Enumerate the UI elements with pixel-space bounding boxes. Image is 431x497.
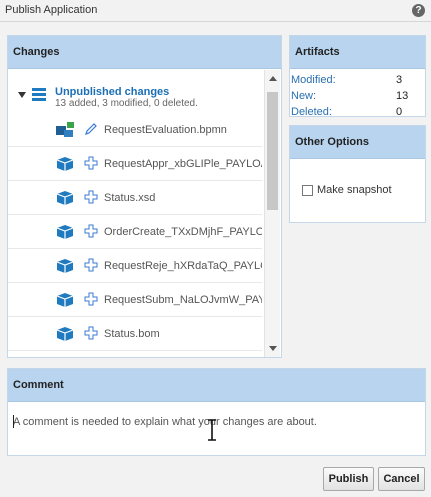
item-label: Status.xsd — [104, 192, 156, 204]
tree-root-unpublished[interactable]: Unpublished changes 13 added, 3 modified… — [8, 78, 258, 110]
package-icon — [56, 259, 74, 273]
changes-scrollbar[interactable] — [264, 70, 280, 357]
title-bar: Publish Application ? — [0, 0, 431, 22]
comment-header: Comment — [8, 369, 425, 402]
make-snapshot-option[interactable]: Make snapshot — [302, 184, 392, 196]
artifact-value: 3 — [396, 74, 403, 86]
ibeam-cursor-icon — [208, 419, 216, 441]
item-label: OrderCreate_TXxDMjhF_PAYLOAD — [104, 226, 262, 238]
package-icon — [56, 157, 74, 171]
expand-triangle-icon[interactable] — [18, 92, 26, 98]
changes-panel: Changes Unpublished changes 13 added, 3 … — [7, 35, 282, 358]
plus-icon — [84, 156, 98, 170]
changes-header: Changes — [8, 36, 281, 69]
artifacts-header: Artifacts — [290, 36, 425, 69]
plus-icon — [84, 258, 98, 272]
item-label: RequestAppr_xbGLIPle_PAYLOAD — [104, 158, 262, 170]
list-item[interactable]: RequestSubm_NaLOJvmW_PAYLOAD — [8, 283, 262, 317]
item-label: RequestEvaluation.bpmn — [104, 124, 227, 136]
item-label: RequestReje_hXRdaTaQ_PAYLOAD — [104, 260, 262, 272]
artifacts-panel: Artifacts Modified: 3 New: 13 Deleted: 0 — [289, 35, 426, 120]
list-item[interactable]: Status.bom — [8, 317, 262, 351]
options-header: Other Options — [290, 126, 425, 159]
package-icon — [56, 191, 74, 205]
dialog-title: Publish Application — [5, 4, 98, 16]
list-item[interactable]: RequestEvaluation.bpmn — [8, 113, 262, 147]
plus-icon — [84, 326, 98, 340]
comment-textarea[interactable]: A comment is needed to explain what your… — [8, 403, 425, 455]
plus-icon — [84, 224, 98, 238]
list-item[interactable]: RequestAppr_xbGLIPle_PAYLOAD — [8, 147, 262, 181]
comment-panel: Comment A comment is needed to explain w… — [7, 368, 426, 456]
list-item[interactable]: RequestReje_hXRdaTaQ_PAYLOAD — [8, 249, 262, 283]
list-item[interactable]: Status.xsd — [8, 181, 262, 215]
make-snapshot-checkbox[interactable] — [302, 184, 313, 196]
artifact-row-new: New: 13 — [290, 88, 425, 104]
scroll-thumb[interactable] — [267, 92, 278, 210]
changes-tree: Unpublished changes 13 added, 3 modified… — [8, 70, 281, 357]
package-icon — [56, 327, 74, 341]
help-icon[interactable]: ? — [412, 4, 425, 17]
comment-placeholder: A comment is needed to explain what your… — [13, 416, 317, 428]
artifact-row-deleted: Deleted: 0 — [290, 104, 425, 120]
other-options-panel: Other Options Make snapshot — [289, 125, 426, 223]
root-summary: 13 added, 3 modified, 0 deleted. — [55, 98, 198, 109]
publish-button[interactable]: Publish — [323, 467, 374, 491]
list-icon — [32, 88, 46, 102]
artifact-value: 13 — [396, 90, 409, 102]
artifact-label: Modified: — [291, 74, 336, 86]
make-snapshot-label[interactable]: Make snapshot — [317, 184, 392, 196]
process-icon — [56, 122, 74, 137]
text-caret — [13, 415, 14, 428]
package-icon — [56, 293, 74, 307]
pencil-icon — [85, 123, 97, 135]
scroll-up-icon[interactable] — [269, 76, 277, 81]
artifact-value: 0 — [396, 106, 403, 118]
cancel-button[interactable]: Cancel — [378, 467, 425, 491]
root-title: Unpublished changes — [55, 86, 170, 98]
scroll-down-icon[interactable] — [269, 346, 277, 351]
artifact-label: Deleted: — [291, 106, 332, 118]
artifact-label: New: — [291, 90, 317, 102]
item-label: RequestSubm_NaLOJvmW_PAYLOAD — [104, 294, 262, 306]
plus-icon — [84, 190, 98, 204]
item-label: Status.bom — [104, 328, 160, 340]
list-item[interactable]: OrderCreate_TXxDMjhF_PAYLOAD — [8, 215, 262, 249]
artifact-row-modified: Modified: 3 — [290, 72, 425, 88]
package-icon — [56, 225, 74, 239]
change-list: RequestEvaluation.bpmn RequestAppr_xbGLI… — [8, 113, 262, 351]
plus-icon — [84, 292, 98, 306]
